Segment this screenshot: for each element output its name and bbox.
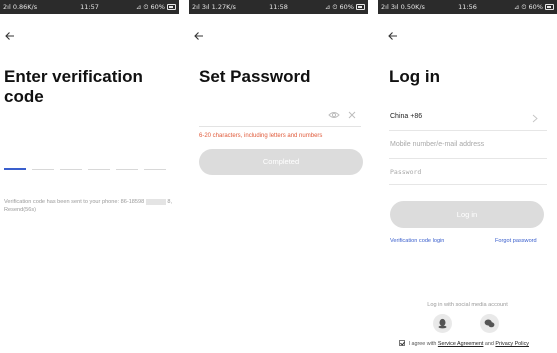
redacted-number [145,198,166,205]
code-digit-1[interactable] [4,168,26,170]
phone-email-placeholder: Mobile number/e-mail address [390,141,485,148]
qq-login-button[interactable] [433,314,452,333]
back-arrow-icon[interactable] [387,30,399,42]
status-right: ⊿ ⏲ 60% [135,3,165,11]
password-placeholder: Password [390,168,422,176]
back-arrow-icon[interactable] [4,30,16,42]
divider [389,158,547,159]
divider [389,130,547,131]
code-digit-5[interactable] [116,169,138,170]
verification-hint: Verification code has been sent to your … [4,198,176,214]
wechat-icon [484,319,495,328]
verification-code-login-link[interactable]: Verification code login [390,238,444,244]
checkbox-icon[interactable] [399,340,405,346]
eye-icon[interactable] [328,110,340,120]
close-icon[interactable] [347,110,357,120]
login-button[interactable]: Log in [390,201,544,228]
set-password-screen: 2ıl 3ıl 1.27K/s 11:58 ⊿ ⏲ 60% Set Passwo… [189,0,368,353]
chevron-right-icon [532,114,538,123]
agree-and: and [484,341,494,347]
service-agreement-link[interactable]: Service Agreement [438,341,484,347]
wechat-login-button[interactable] [480,314,499,333]
forgot-password-link[interactable]: Forgot password [495,238,537,244]
status-bar: 2ıl 3ıl 1.27K/s 11:58 ⊿ ⏲ 60% [189,0,368,14]
agreement-row: I agree with Service Agreement and Priva… [399,340,529,347]
password-input[interactable] [199,104,325,124]
completed-button[interactable]: Completed [199,149,363,175]
status-bar: 2ıl 0.86K/s 11:57 ⊿ ⏲ 60% [0,0,179,14]
status-bar: 2ıl 3ıl 0.50K/s 11:56 ⊿ ⏲ 60% [378,0,557,14]
status-right: ⊿ ⏲ 60% [513,3,543,11]
code-digit-2[interactable] [32,169,54,170]
verification-screen: 2ıl 0.86K/s 11:57 ⊿ ⏲ 60% Enter verifica… [0,0,179,353]
battery-icon [545,4,554,10]
password-rule: 6-20 characters, including letters and n… [199,133,323,139]
page-title: Log in [389,67,440,86]
battery-icon [356,4,365,10]
page-title: Set Password [199,67,311,86]
code-digit-3[interactable] [60,169,82,170]
code-digit-6[interactable] [144,169,166,170]
privacy-policy-link[interactable]: Privacy Policy [495,341,529,347]
code-digit-4[interactable] [88,169,110,170]
back-arrow-icon[interactable] [193,30,205,42]
password-underline [199,126,361,127]
battery-icon [167,4,176,10]
social-login-title: Log in with social media account [427,302,508,308]
status-right: ⊿ ⏲ 60% [324,3,354,11]
hint-text: Verification code has been sent to your … [4,199,145,205]
agree-prefix: I agree with [408,341,437,347]
page-title: Enter verification code [4,67,143,106]
divider [389,184,547,185]
country-code: China +86 [390,113,423,120]
qq-icon [438,318,447,329]
login-screen: 2ıl 3ıl 0.50K/s 11:56 ⊿ ⏲ 60% Log in Chi… [378,0,557,353]
